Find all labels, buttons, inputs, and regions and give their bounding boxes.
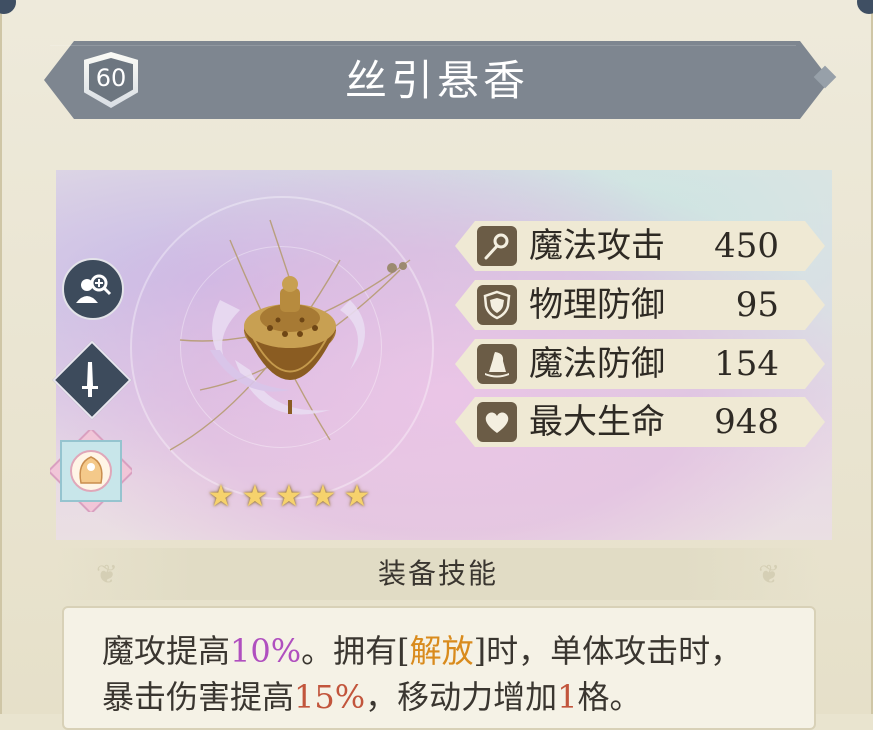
skill-text-segment: 魔攻提高	[102, 632, 231, 670]
stat-label: 物理防御	[529, 285, 665, 325]
skill-description: 魔攻提高10%。拥有[解放]时，单体攻击时， 暴击伤害提高15%，移动力增加1格…	[102, 628, 802, 720]
skill-text-segment: 格。	[577, 678, 642, 716]
equipment-skill-header: ❦ 装备技能 ❦	[56, 548, 820, 600]
stat-label: 魔法防御	[529, 344, 665, 384]
stat-value: 154	[714, 344, 779, 384]
stat-row-magic-defense: 魔法防御 154	[455, 339, 825, 389]
staff-icon	[477, 226, 517, 266]
skill-value-highlight: 1	[557, 678, 578, 716]
skill-line-2: 暴击伤害提高15%，移动力增加1格。	[102, 674, 802, 720]
swirl-ornament-icon: ❦	[758, 560, 780, 590]
stat-value: 95	[735, 285, 779, 325]
corner-ornament-right	[857, 0, 873, 14]
stat-row-max-hp: 最大生命 948	[455, 397, 825, 447]
magnifier-person-icon	[76, 274, 112, 303]
lotus-class-icon	[50, 430, 132, 512]
inspect-character-button[interactable]	[62, 258, 124, 320]
corner-ornament-left	[0, 0, 16, 14]
star-icon: ★	[309, 479, 337, 514]
skill-text-segment: ]时，单体攻击时，	[473, 632, 743, 670]
skill-keyword-link[interactable]: 解放	[410, 632, 474, 670]
skill-value-highlight: 15%	[294, 678, 366, 716]
sword-icon	[82, 362, 98, 397]
stat-label: 最大生命	[529, 402, 665, 442]
incense-censer-illustration	[169, 219, 411, 451]
item-name: 丝引悬香	[344, 56, 529, 105]
stat-label: 魔法攻击	[529, 226, 665, 266]
skill-line-1: 魔攻提高10%。拥有[解放]时，单体攻击时，	[102, 628, 802, 674]
star-icon: ★	[207, 479, 235, 514]
stat-row-physical-defense: 物理防御 95	[455, 280, 825, 330]
skill-text-segment: ，移动力增加	[365, 678, 558, 716]
stat-value: 450	[714, 226, 779, 266]
skill-description-box: 魔攻提高10%。拥有[解放]时，单体攻击时， 暴击伤害提高15%，移动力增加1格…	[62, 606, 816, 730]
skill-value-highlight: 10%	[230, 632, 302, 670]
equipment-skill-title: 装备技能	[377, 557, 498, 590]
star-icon: ★	[343, 479, 371, 514]
star-icon: ★	[241, 479, 269, 514]
wizard-hat-icon	[477, 344, 517, 384]
stat-row-magic-attack: 魔法攻击 450	[455, 221, 825, 271]
heart-icon	[477, 402, 517, 442]
skill-text-segment: 。拥有[	[301, 632, 410, 670]
star-icon: ★	[275, 479, 303, 514]
shield-icon	[477, 285, 517, 325]
stat-value: 948	[714, 402, 779, 442]
rarity-stars: ★ ★ ★ ★ ★	[206, 482, 376, 514]
skill-text-segment: 暴击伤害提高	[102, 678, 295, 716]
